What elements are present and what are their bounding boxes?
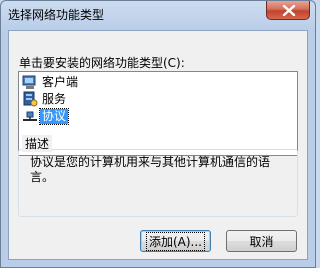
cancel-button[interactable]: 取消: [226, 230, 297, 252]
add-button-label: 添加(A)...: [145, 231, 206, 251]
close-button[interactable]: [266, 1, 310, 20]
dialog-body: 单击要安装的网络功能类型(C): 客户端 服务 协议 描述 协议是您的计算机用来…: [8, 30, 308, 260]
description-title: 描述: [22, 135, 53, 152]
cancel-button-label: 取消: [249, 234, 274, 249]
list-item-label: 服务: [42, 91, 67, 106]
service-icon: [22, 91, 38, 107]
client-computer-icon: [22, 74, 38, 90]
add-button[interactable]: 添加(A)...: [140, 230, 211, 252]
dialog-window: 选择网络功能类型 单击要安装的网络功能类型(C): 客户端 服务 协议 描述 协…: [0, 0, 316, 268]
list-item-client[interactable]: 客户端: [22, 74, 80, 90]
list-item-label: 客户端: [42, 74, 79, 89]
list-item-protocol[interactable]: 协议: [22, 107, 70, 125]
prompt-label: 单击要安装的网络功能类型(C):: [19, 56, 185, 70]
list-item-label: 协议: [38, 107, 70, 125]
protocol-icon: [22, 108, 38, 124]
list-item-service[interactable]: 服务: [22, 91, 68, 107]
feature-type-list[interactable]: 客户端 服务 协议: [18, 71, 298, 156]
close-icon: [282, 5, 296, 16]
window-title: 选择网络功能类型: [8, 8, 105, 22]
description-text: 协议是您的计算机用来与其他计算机通信的语言。: [30, 155, 271, 184]
